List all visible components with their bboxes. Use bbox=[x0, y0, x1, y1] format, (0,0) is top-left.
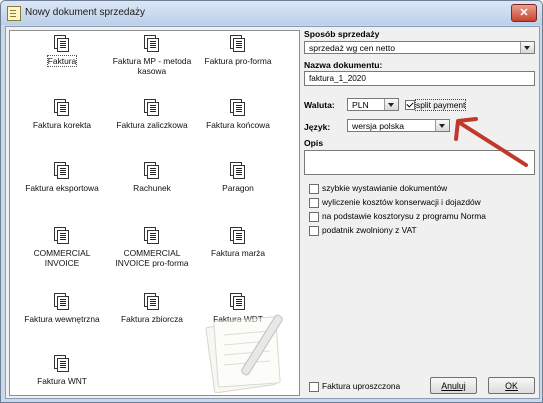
doc-faktura-korekta[interactable]: Faktura korekta bbox=[16, 99, 108, 130]
document-icon bbox=[230, 162, 246, 180]
doc-label: Faktura eksportowa bbox=[25, 183, 99, 193]
opis-label: Opis bbox=[304, 138, 324, 148]
document-icon bbox=[144, 227, 160, 245]
notepad-illustration-icon bbox=[205, 314, 283, 393]
document-icon bbox=[54, 355, 70, 373]
dialog-content: Faktura Faktura MP - metoda kasowa Faktu… bbox=[5, 26, 540, 399]
doc-label: Faktura marża bbox=[211, 248, 265, 258]
document-icon bbox=[144, 35, 160, 53]
doc-faktura-marza[interactable]: Faktura marża bbox=[192, 227, 284, 258]
close-button[interactable]: ✕ bbox=[511, 4, 537, 22]
option-label-3: na podstawie kosztorysu z programu Norma bbox=[322, 211, 486, 221]
split-payment-checkbox[interactable] bbox=[405, 100, 415, 110]
doc-label: Faktura MP - metoda kasowa bbox=[112, 56, 192, 76]
document-icon bbox=[144, 162, 160, 180]
option-checkbox-1[interactable] bbox=[309, 184, 319, 194]
doc-faktura-wnt[interactable]: Faktura WNT bbox=[16, 355, 108, 386]
option-label-2: wyliczenie kosztów konserwacji i dojazdó… bbox=[322, 197, 481, 207]
doc-label: Rachunek bbox=[133, 183, 171, 193]
doc-label: Faktura bbox=[46, 55, 78, 67]
waluta-value: PLN bbox=[352, 100, 369, 110]
red-arrow-annotation-icon bbox=[454, 117, 528, 167]
option-checkbox-4[interactable] bbox=[309, 226, 319, 236]
sposob-label: Sposób sprzedaży bbox=[304, 29, 380, 39]
document-icon bbox=[54, 227, 70, 245]
doc-label: Faktura końcowa bbox=[206, 120, 270, 130]
ok-button[interactable]: OK bbox=[488, 377, 535, 394]
doc-commercial-invoice-proforma[interactable]: COMMERCIAL INVOICE pro-forma bbox=[106, 227, 198, 268]
doc-faktura-koncowa[interactable]: Faktura końcowa bbox=[192, 99, 284, 130]
doc-faktura-mp[interactable]: Faktura MP - metoda kasowa bbox=[106, 35, 198, 76]
sposob-value: sprzedaż wg cen netto bbox=[309, 43, 395, 53]
jezyk-select[interactable]: wersja polska bbox=[347, 119, 450, 132]
split-payment-label[interactable]: split payment bbox=[414, 99, 467, 111]
chevron-down-icon[interactable] bbox=[520, 42, 534, 53]
doc-rachunek[interactable]: Rachunek bbox=[106, 162, 198, 193]
cancel-button[interactable]: Anuluj bbox=[430, 377, 477, 394]
document-icon bbox=[230, 227, 246, 245]
document-icon bbox=[54, 35, 70, 53]
doc-label: COMMERCIAL INVOICE bbox=[33, 248, 91, 268]
doc-faktura[interactable]: Faktura bbox=[16, 35, 108, 67]
doc-faktura-wewnetrzna[interactable]: Faktura wewnętrzna bbox=[16, 293, 108, 324]
doc-label: Faktura wewnętrzna bbox=[24, 314, 100, 324]
doc-faktura-zaliczkowa[interactable]: Faktura zaliczkowa bbox=[106, 99, 198, 130]
document-icon bbox=[230, 99, 246, 117]
doc-faktura-eksportowa[interactable]: Faktura eksportowa bbox=[16, 162, 108, 193]
waluta-label: Waluta: bbox=[304, 100, 335, 110]
document-icon bbox=[54, 162, 70, 180]
app-icon bbox=[7, 6, 21, 21]
doc-label: COMMERCIAL INVOICE pro-forma bbox=[115, 248, 189, 268]
sposob-select[interactable]: sprzedaż wg cen netto bbox=[304, 41, 535, 54]
document-icon bbox=[144, 293, 160, 311]
jezyk-value: wersja polska bbox=[352, 121, 405, 131]
waluta-select[interactable]: PLN bbox=[347, 98, 399, 111]
document-icon bbox=[54, 99, 70, 117]
doc-label: Faktura WNT bbox=[37, 376, 87, 386]
doc-label: Faktura korekta bbox=[32, 120, 92, 130]
nazwa-input[interactable]: faktura_1_2020 bbox=[304, 71, 535, 86]
doc-commercial-invoice[interactable]: COMMERCIAL INVOICE bbox=[16, 227, 108, 268]
cancel-label: Anuluj bbox=[441, 381, 466, 391]
doc-label: Faktura zaliczkowa bbox=[116, 120, 188, 130]
document-icon bbox=[54, 293, 70, 311]
document-type-list: Faktura Faktura MP - metoda kasowa Faktu… bbox=[9, 30, 300, 396]
option-label-4: podatnik zwolniony z VAT bbox=[322, 225, 417, 235]
window-title: Nowy dokument sprzedaży bbox=[25, 7, 146, 18]
doc-paragon[interactable]: Paragon bbox=[192, 162, 284, 193]
dialog-window: Nowy dokument sprzedaży ✕ Faktura Faktur… bbox=[0, 0, 543, 403]
uproszczona-checkbox[interactable] bbox=[309, 382, 319, 392]
option-checkbox-2[interactable] bbox=[309, 198, 319, 208]
form-panel: Sposób sprzedaży sprzedaż wg cen netto N… bbox=[304, 27, 536, 398]
uproszczona-label: Faktura uproszczona bbox=[322, 381, 401, 391]
document-icon bbox=[230, 35, 246, 53]
doc-label: Faktura pro-forma bbox=[204, 56, 272, 66]
doc-label: Paragon bbox=[222, 183, 254, 193]
option-checkbox-3[interactable] bbox=[309, 212, 319, 222]
doc-faktura-proforma[interactable]: Faktura pro-forma bbox=[192, 35, 284, 66]
title-bar[interactable]: Nowy dokument sprzedaży ✕ bbox=[1, 1, 542, 25]
chevron-down-icon[interactable] bbox=[384, 99, 398, 110]
document-icon bbox=[144, 99, 160, 117]
ok-label: OK bbox=[505, 381, 518, 391]
option-label-1: szybkie wystawianie dokumentów bbox=[322, 183, 448, 193]
doc-label: Faktura zbiorcza bbox=[121, 314, 183, 324]
jezyk-label: Język: bbox=[304, 122, 331, 132]
doc-faktura-zbiorcza[interactable]: Faktura zbiorcza bbox=[106, 293, 198, 324]
nazwa-label: Nazwa dokumentu: bbox=[304, 60, 383, 70]
